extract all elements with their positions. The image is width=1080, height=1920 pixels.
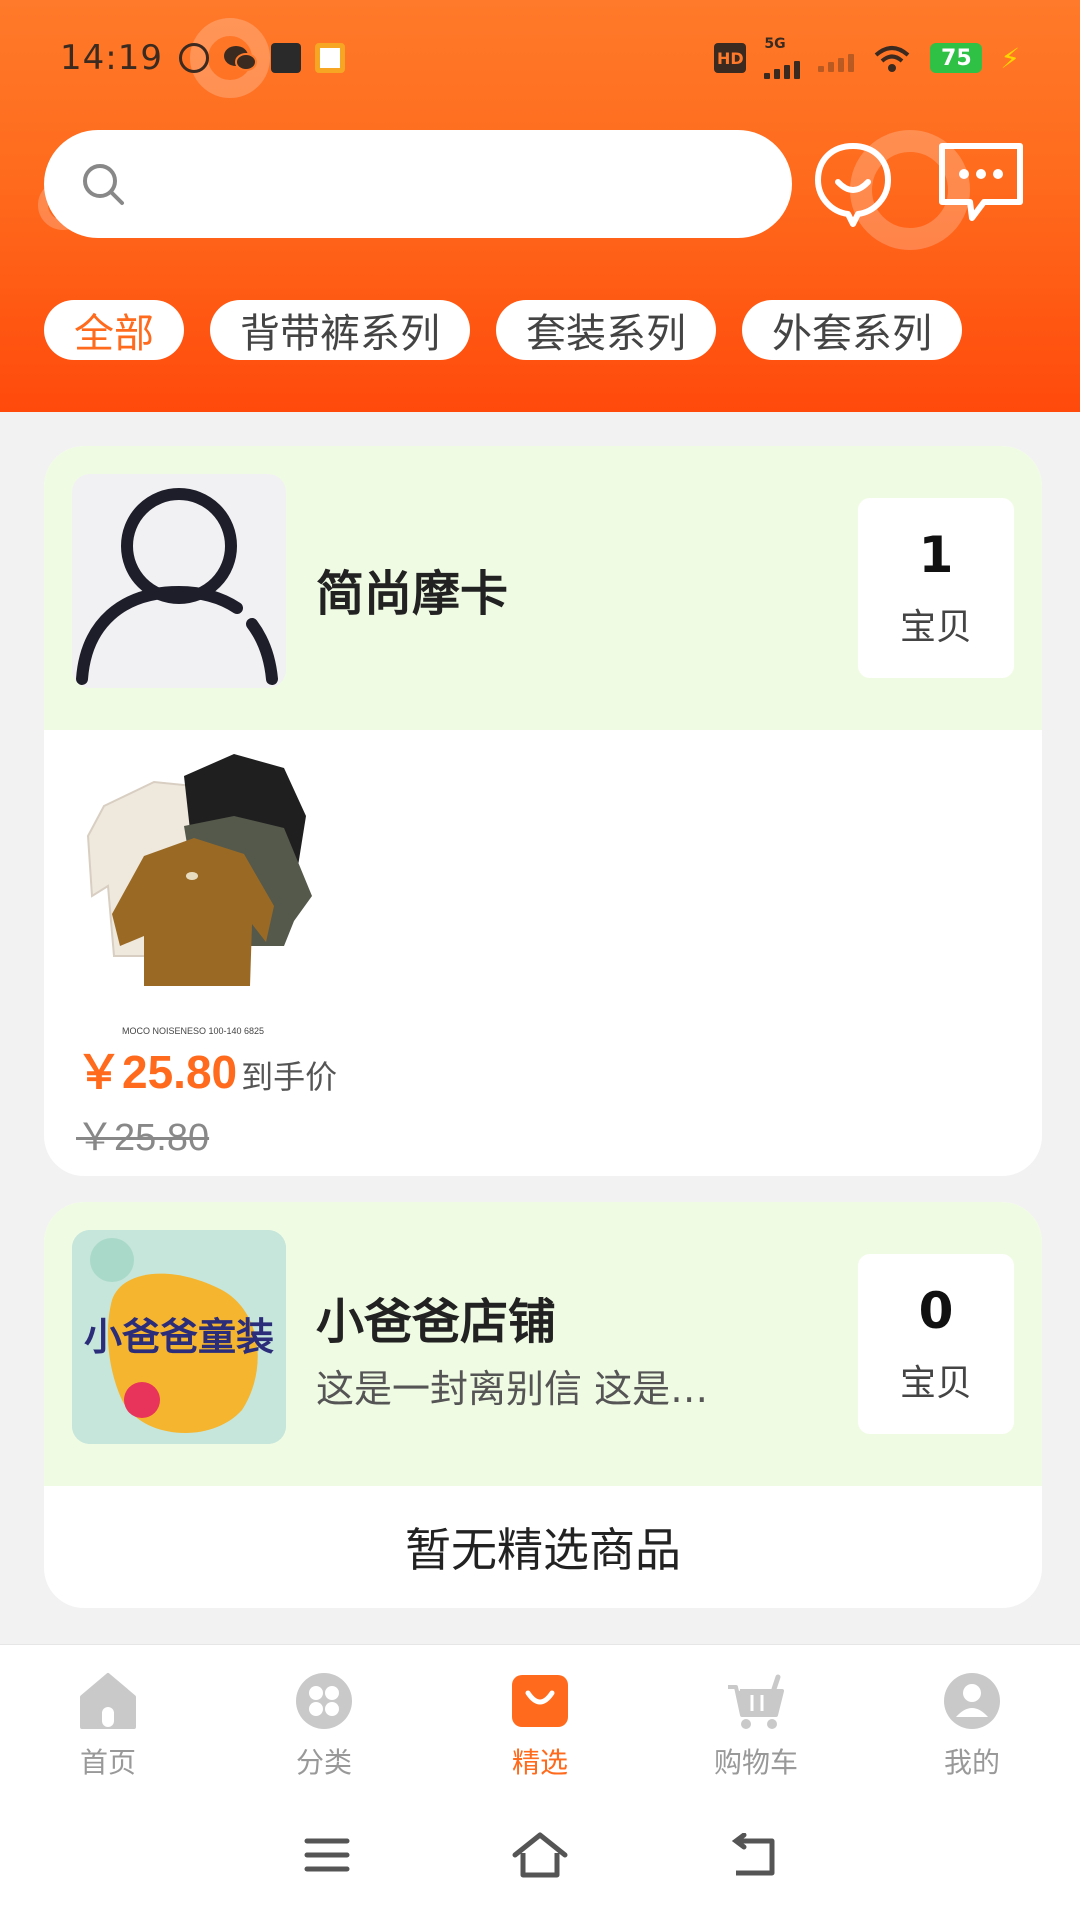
search-bar[interactable] — [44, 130, 792, 238]
price-row: ￥25.80 到手价 — [76, 1036, 337, 1102]
charging-icon: ⚡ — [1000, 41, 1020, 75]
k-app-icon — [178, 43, 209, 73]
nav-label: 分类 — [295, 1746, 352, 1779]
back-icon — [732, 1833, 775, 1876]
bottom-nav: 首页 分类 精选 购物车 我的 — [0, 1644, 1080, 1790]
status-indicators: HD 5G 75 ⚡ — [714, 37, 1020, 79]
battery-icon: 75 — [930, 43, 983, 73]
store-name: 小爸爸店铺 — [316, 1294, 557, 1350]
store-name: 简尚摩卡 — [316, 566, 509, 622]
category-tab-overalls[interactable]: 背带裤系列 — [210, 300, 470, 360]
product-price: ￥25.80 — [76, 1046, 238, 1098]
item-count-value: 1 — [918, 526, 954, 584]
nav-label: 我的 — [943, 1746, 1000, 1779]
signal-icon-secondary — [818, 44, 855, 72]
store-logo-image: 小爸爸童装 — [72, 1230, 286, 1444]
product-image-caption: MOCO NOISENESO 100-140 6825 — [122, 1026, 265, 1036]
default-avatar-icon — [76, 488, 278, 685]
nav-item-profile[interactable]: 我的 — [864, 1645, 1080, 1790]
wechat-icon — [223, 46, 257, 71]
wifi-icon — [875, 46, 910, 72]
store-card[interactable]: 小爸爸童装 小爸爸店铺 这是一封离别信 这是… 0 宝贝 暂无精选商品 — [44, 1202, 1042, 1608]
menu-icon — [304, 1838, 350, 1872]
store-description: 这是一封离别信 这是… — [316, 1367, 709, 1411]
signal-icon: 5G — [764, 36, 801, 79]
store-card[interactable]: 简尚摩卡 1 宝贝 MOCO NOISENESO 100-140 6825 ￥2… — [44, 446, 1042, 1176]
category-tabs: 全部 背带裤系列 套装系列 外套系列 — [44, 300, 962, 360]
nav-label: 精选 — [511, 1746, 568, 1779]
empty-products-note: 暂无精选商品 — [405, 1523, 681, 1577]
search-input[interactable] — [148, 164, 748, 204]
product-image[interactable] — [84, 746, 344, 1026]
home-icon — [80, 1673, 136, 1729]
original-price: ￥25.80 — [76, 1117, 210, 1159]
system-nav-bar — [0, 1790, 1080, 1920]
store-header[interactable]: 简尚摩卡 1 宝贝 — [44, 446, 1042, 730]
item-count-label: 宝贝 — [899, 607, 972, 648]
status-time: 14:19 — [60, 38, 163, 78]
category-tab-all[interactable]: 全部 — [44, 300, 184, 360]
category-tab-outerwear[interactable]: 外套系列 — [742, 300, 962, 360]
nav-item-category[interactable]: 分类 — [216, 1645, 432, 1790]
price-suffix: 到手价 — [241, 1058, 338, 1096]
nav-label: 首页 — [79, 1746, 136, 1779]
nav-item-home[interactable]: 首页 — [0, 1645, 216, 1790]
category-tab-sets[interactable]: 套装系列 — [496, 300, 716, 360]
search-icon — [83, 164, 124, 205]
status-bar: 14:19 HD 5G 75 ⚡ — [0, 30, 1080, 86]
header: 14:19 HD 5G 75 ⚡ 全部 背带裤系列 套装系列 外套系列 — [0, 0, 1080, 412]
app-notification-icon — [314, 43, 345, 73]
notification-icons — [178, 43, 345, 73]
store-avatar — [72, 474, 286, 688]
cart-icon — [728, 1674, 784, 1729]
nav-item-cart[interactable]: 购物车 — [648, 1645, 864, 1790]
nav-label: 购物车 — [713, 1746, 798, 1779]
nav-item-featured[interactable]: 精选 — [432, 1645, 648, 1790]
store-item-count: 0 宝贝 — [858, 1254, 1014, 1434]
category-icon — [296, 1673, 352, 1729]
message-icon[interactable] — [936, 140, 1026, 224]
item-count-label: 宝贝 — [899, 1363, 972, 1404]
network-type: 5G — [764, 36, 786, 52]
app-notification-icon — [270, 43, 301, 73]
featured-bag-icon — [512, 1675, 568, 1727]
item-count-value: 0 — [918, 1282, 954, 1340]
back-button[interactable] — [721, 1823, 785, 1887]
store-item-count: 1 宝贝 — [858, 498, 1014, 678]
system-home-icon — [512, 1832, 568, 1878]
store-header[interactable]: 小爸爸童装 小爸爸店铺 这是一封离别信 这是… 0 宝贝 — [44, 1202, 1042, 1486]
store-logo-text: 小爸爸童装 — [84, 1315, 274, 1359]
profile-icon — [944, 1673, 1000, 1729]
menu-button[interactable] — [295, 1823, 359, 1887]
hd-icon: HD — [714, 43, 747, 73]
customer-service-icon[interactable] — [812, 140, 894, 230]
store-logo: 小爸爸童装 — [72, 1230, 286, 1444]
home-button[interactable] — [508, 1823, 572, 1887]
